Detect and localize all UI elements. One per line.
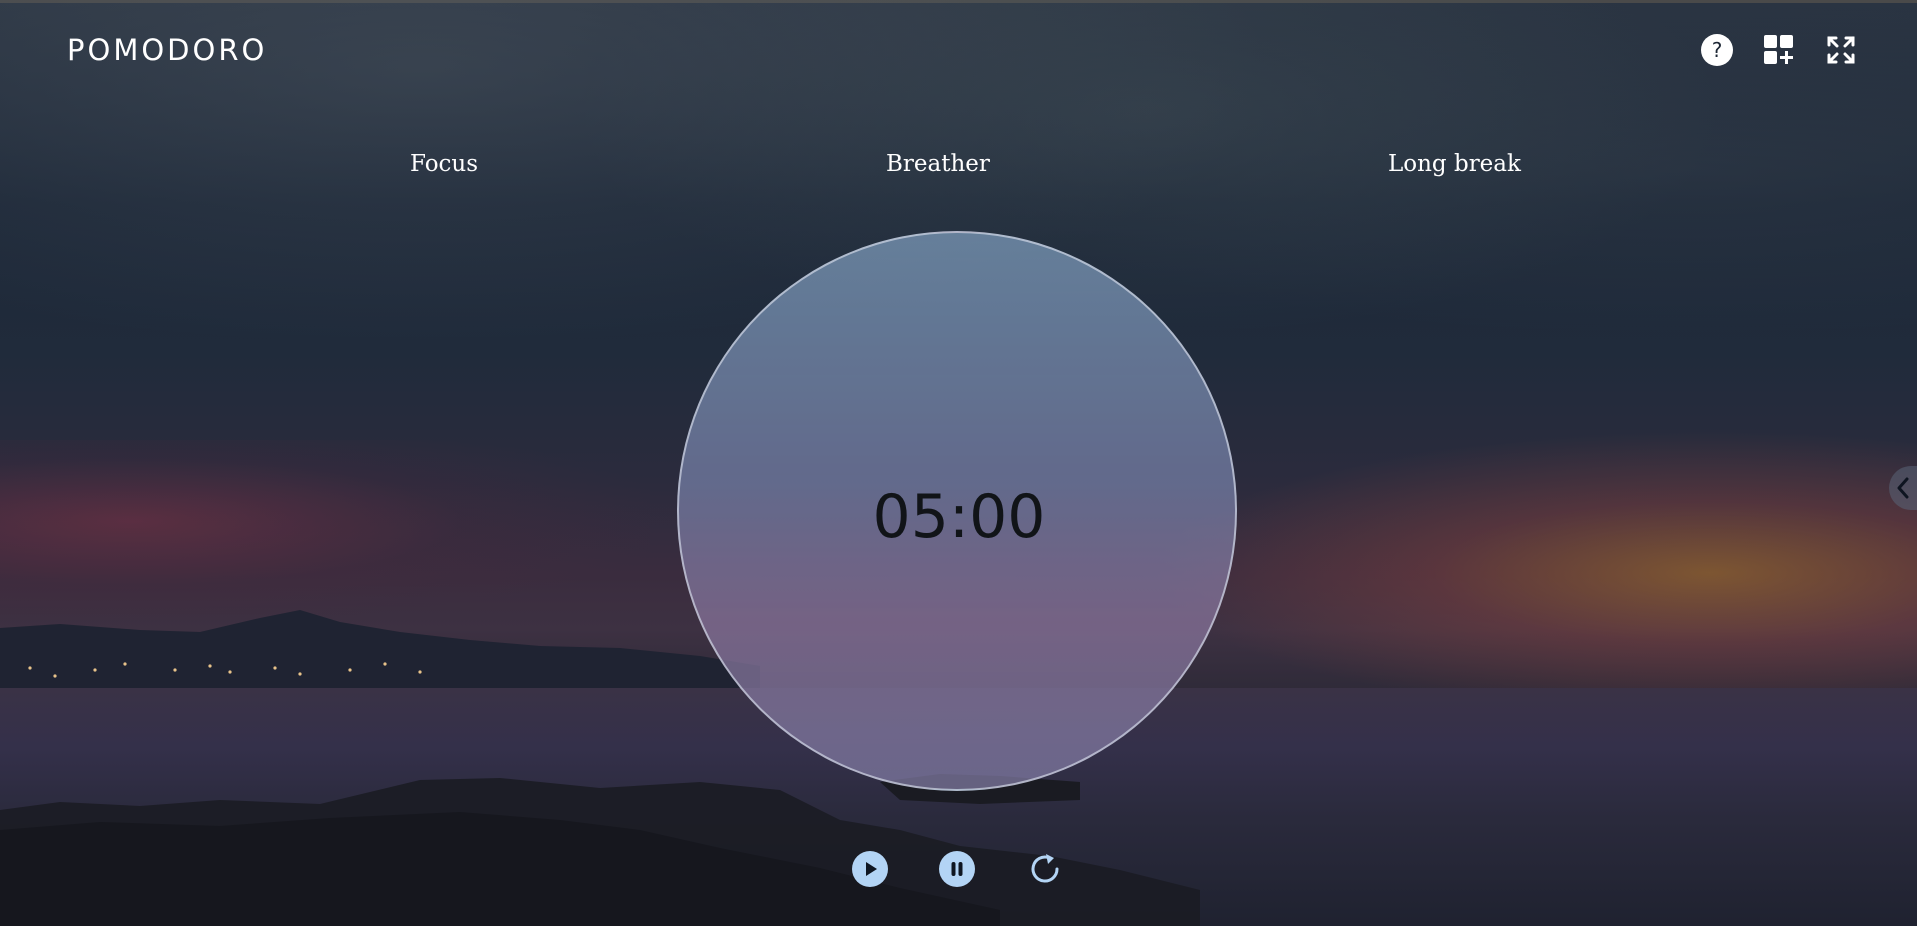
reset-icon xyxy=(1031,854,1059,883)
chevron-left-icon xyxy=(1897,477,1909,499)
add-widget-icon xyxy=(1764,35,1793,64)
pause-button[interactable] xyxy=(939,851,975,887)
app-logo: POMODORO xyxy=(67,33,268,67)
add-widget-button[interactable] xyxy=(1762,33,1796,67)
background-scene: POMODORO ? Focus Breather Long break 05:… xyxy=(0,0,1917,926)
play-button[interactable] xyxy=(852,851,888,887)
pause-icon xyxy=(951,862,963,876)
fullscreen-icon xyxy=(1827,36,1855,64)
timer-display: 05:00 xyxy=(872,482,1046,552)
reset-button[interactable] xyxy=(1027,851,1063,887)
fullscreen-button[interactable] xyxy=(1824,33,1858,67)
tab-long-break[interactable]: Long break xyxy=(1388,148,1521,180)
svg-text:?: ? xyxy=(1712,38,1723,62)
timer-circle: 05:00 xyxy=(677,231,1237,791)
play-icon xyxy=(866,862,877,876)
tab-breather[interactable]: Breather xyxy=(886,148,990,180)
distant-hills xyxy=(0,610,760,690)
help-icon: ? xyxy=(1701,34,1733,66)
sky-glow-right xyxy=(1150,430,1917,690)
tab-focus[interactable]: Focus xyxy=(410,148,478,180)
side-panel-toggle[interactable] xyxy=(1889,466,1917,510)
sky-glow-left xyxy=(0,440,650,620)
help-button[interactable]: ? xyxy=(1700,33,1734,67)
